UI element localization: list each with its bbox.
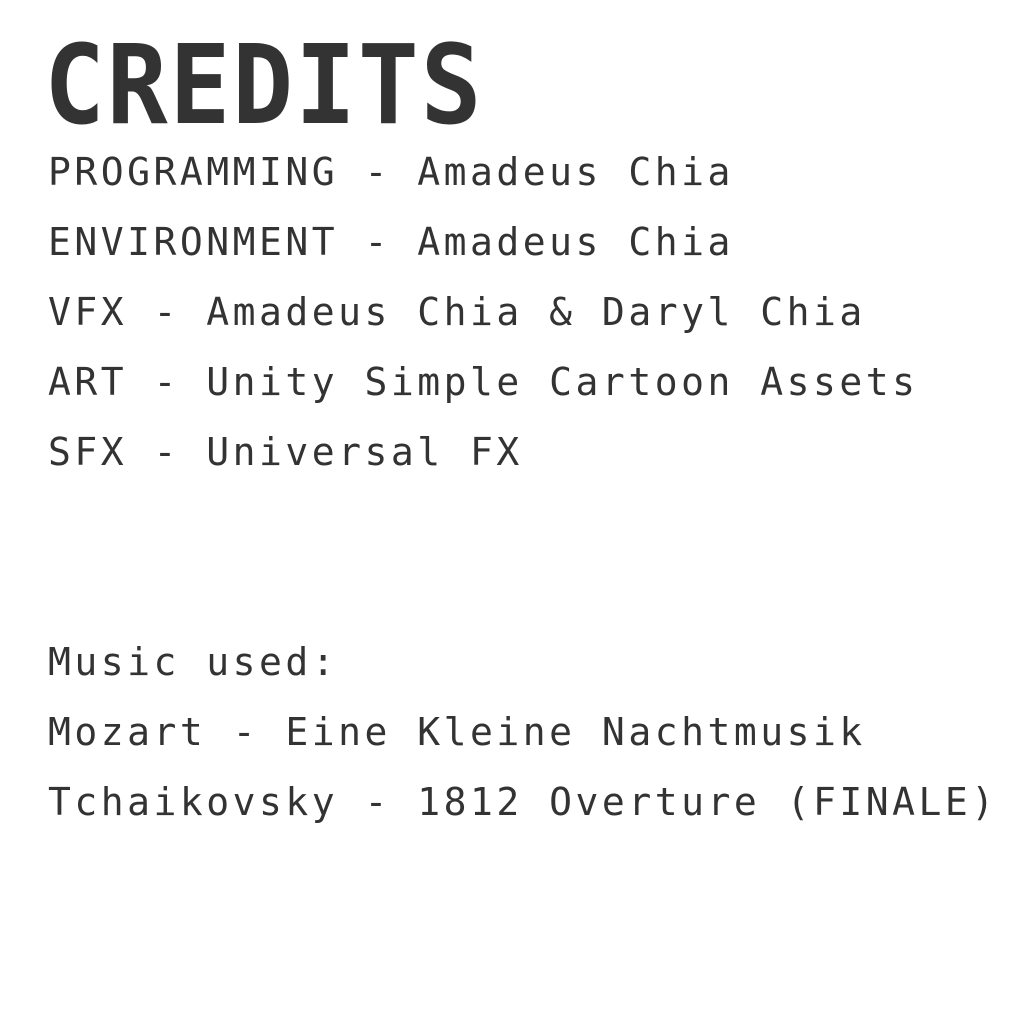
credits-screen: CREDITS PROGRAMMING - Amadeus Chia ENVIR… xyxy=(0,0,1024,1024)
credit-sfx: SFX - Universal FX xyxy=(48,430,523,474)
credit-environment: ENVIRONMENT - Amadeus Chia xyxy=(48,220,734,264)
credits-list: PROGRAMMING - Amadeus Chia ENVIRONMENT -… xyxy=(48,142,918,492)
credits-title: CREDITS xyxy=(44,21,484,149)
credit-art: ART - Unity Simple Cartoon Assets xyxy=(48,360,919,404)
music-track-mozart: Mozart - Eine Kleine Nachtmusik xyxy=(48,710,866,754)
credit-vfx: VFX - Amadeus Chia & Daryl Chia xyxy=(48,290,866,334)
music-heading: Music used: xyxy=(48,640,339,684)
credit-programming: PROGRAMMING - Amadeus Chia xyxy=(48,150,734,194)
music-section: Music used: Mozart - Eine Kleine Nachtmu… xyxy=(48,632,998,842)
music-track-tchaikovsky: Tchaikovsky - 1812 Overture (FINALE) xyxy=(48,780,998,824)
